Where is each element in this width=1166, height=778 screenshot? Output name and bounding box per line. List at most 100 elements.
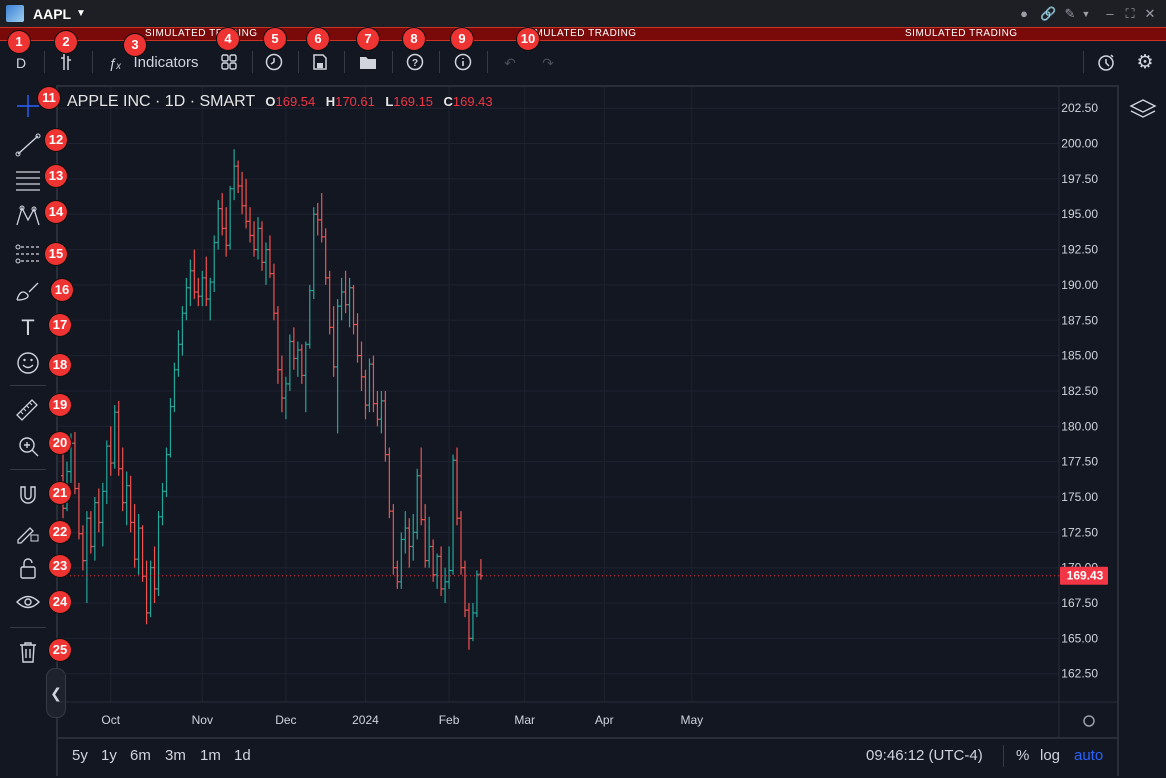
ohlc-bar: [367, 358, 372, 413]
horizontal-lines-tool[interactable]: [12, 166, 44, 194]
ohlc-bar: [72, 431, 77, 495]
price-tick-label: 172.50: [1061, 525, 1098, 539]
ruler-tool[interactable]: [12, 395, 44, 423]
badge: 17: [49, 314, 71, 336]
fx-icon[interactable]: ƒₓ: [104, 51, 126, 75]
badge: 1: [8, 31, 30, 53]
emoji-icon: [17, 352, 39, 374]
axis-settings-icon[interactable]: [1083, 715, 1095, 727]
zoom-in-tool[interactable]: [12, 432, 44, 460]
fib-icon: [15, 244, 40, 264]
redo-icon[interactable]: ↷: [536, 51, 560, 75]
top-toolbar: D ƒₓ Indicators ? ↶ ↷ ⚙: [0, 41, 1166, 87]
ohlc-bar: [331, 306, 336, 377]
ohlc-bar: [136, 513, 141, 575]
replay-button[interactable]: [1093, 51, 1119, 75]
symbol-selector[interactable]: AAPL: [33, 6, 71, 22]
ohlc-bar: [267, 235, 272, 278]
text-tool[interactable]: T: [12, 314, 44, 342]
ohlc-bar: [160, 482, 165, 526]
ohlc-bar: [240, 171, 245, 215]
ohlc-bar: [327, 270, 332, 335]
unlock-tool[interactable]: [12, 554, 44, 582]
auto-toggle[interactable]: auto: [1074, 747, 1103, 764]
ohlc-bar: [399, 532, 404, 589]
grid-icon: [221, 54, 237, 70]
timeframe-6m[interactable]: 6m: [130, 747, 151, 764]
undo-icon[interactable]: ↶: [498, 51, 522, 75]
lock-drawing-tool[interactable]: [12, 518, 44, 546]
close-icon[interactable]: ✕: [1142, 6, 1158, 22]
badge: 16: [51, 279, 73, 301]
alert-clock-button[interactable]: [262, 51, 286, 75]
timeframe-3m[interactable]: 3m: [165, 747, 186, 764]
time-tick-label: Oct: [101, 713, 120, 727]
sim-banner-text: SIMULATED TRADING: [905, 28, 1018, 39]
ohlc-bar: [443, 567, 448, 604]
timeframe-1d[interactable]: 1d: [234, 747, 251, 764]
timeframe-5y[interactable]: 5y: [72, 747, 88, 764]
minimize-icon[interactable]: –: [1102, 6, 1118, 22]
ohlc-bars-icon: [61, 54, 71, 70]
badge: 21: [49, 482, 71, 504]
help-button[interactable]: ?: [403, 51, 427, 75]
timeframe-1y[interactable]: 1y: [101, 747, 117, 764]
link-icon[interactable]: 🔗: [1040, 6, 1056, 22]
emoji-tool[interactable]: [12, 349, 44, 377]
percent-toggle[interactable]: %: [1016, 747, 1029, 764]
open-label: O: [265, 94, 276, 109]
badge: 22: [49, 521, 71, 543]
text-icon: T: [21, 315, 35, 340]
save-button[interactable]: [308, 51, 332, 75]
chevron-down-icon[interactable]: ▼: [76, 8, 86, 19]
ohlc-bar: [299, 344, 304, 384]
ohlc-bar: [435, 553, 440, 589]
ohlc-bar: [76, 482, 81, 540]
ohlc-bar: [196, 277, 201, 307]
layout-grid-button[interactable]: [218, 51, 240, 75]
interval-button[interactable]: D: [10, 51, 32, 75]
ohlc-bar: [156, 511, 161, 596]
maximize-icon[interactable]: ⛶: [1122, 6, 1138, 22]
visibility-tool[interactable]: [12, 589, 44, 617]
ohlc-bar: [287, 334, 292, 391]
pattern-tool[interactable]: [12, 202, 44, 230]
clock-timezone[interactable]: 09:46:12 (UTC-4): [866, 747, 983, 764]
chevron-down-icon[interactable]: ▼: [1078, 6, 1094, 22]
badge: 4: [217, 28, 239, 50]
time-tick-label: May: [681, 713, 704, 727]
ohlc-bar: [116, 400, 121, 476]
delete-drawings-tool[interactable]: [12, 638, 44, 666]
ohlc-bar: [462, 560, 467, 618]
ohlc-bar: [124, 471, 129, 526]
badge: 18: [49, 354, 71, 376]
ruler-icon: [16, 399, 38, 421]
trend-line-tool[interactable]: [12, 130, 44, 158]
open-folder-button[interactable]: [356, 51, 380, 75]
magnet-tool[interactable]: [12, 481, 44, 509]
ohlc-bar: [319, 193, 324, 243]
info-button[interactable]: [451, 51, 475, 75]
badge: 9: [451, 28, 473, 50]
ohlc-bar: [208, 277, 213, 321]
time-tick-label: 2024: [352, 713, 379, 727]
ohlc-bar: [459, 511, 463, 575]
svg-text:?: ?: [412, 58, 418, 69]
ohlc-bar: [204, 256, 209, 307]
horizontal-lines-icon: [16, 171, 40, 191]
fib-tool[interactable]: [12, 240, 44, 268]
price-chart[interactable]: 202.50 200.00 197.50 195.00 192.50 190.00 187.…: [58, 87, 1117, 737]
price-tick-label: 167.50: [1061, 596, 1098, 610]
brush-tool[interactable]: [12, 278, 44, 306]
settings-icon[interactable]: ⚙: [1132, 51, 1158, 75]
chat-icon[interactable]: ●: [1016, 6, 1032, 22]
ohlc-bar: [236, 160, 241, 194]
layers-icon[interactable]: [1129, 97, 1157, 121]
pin-icon[interactable]: ✎: [1062, 6, 1078, 22]
timeframe-1m[interactable]: 1m: [200, 747, 221, 764]
price-tick-label: 165.00: [1061, 631, 1098, 645]
bar-style-button[interactable]: [56, 51, 80, 75]
price-tick-label: 187.50: [1061, 313, 1098, 327]
ohlc-bar: [411, 513, 416, 561]
log-toggle[interactable]: log: [1040, 747, 1060, 764]
